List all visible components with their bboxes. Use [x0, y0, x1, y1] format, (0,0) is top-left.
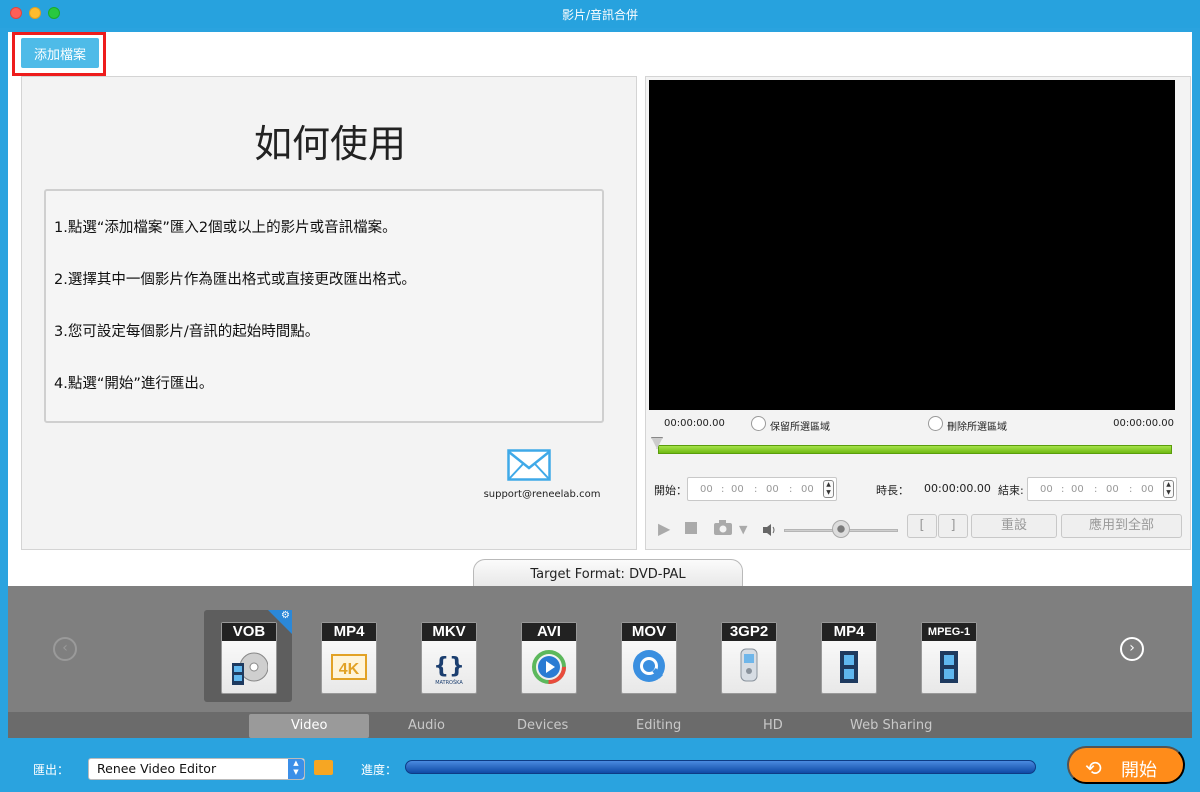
format-mp4-film[interactable]: MP4	[804, 610, 892, 702]
timeline-bar[interactable]	[658, 445, 1172, 454]
select-arrows-icon: ▲ ▼	[288, 759, 304, 779]
svg-text:MATROŠKA: MATROŠKA	[435, 679, 463, 686]
start-ms: 00	[801, 484, 814, 495]
support-email-link[interactable]: support@reneelab.com	[472, 489, 612, 500]
progress-label: 進度：	[361, 763, 398, 777]
end-mm: 00	[1071, 484, 1084, 495]
prev-format-icon[interactable]: ‹	[53, 637, 77, 661]
category-web-sharing[interactable]: Web Sharing	[850, 718, 932, 733]
format-mov[interactable]: MOV	[604, 610, 692, 702]
timeline-end-time: 00:00:00.00	[1113, 418, 1174, 429]
category-video[interactable]: Video	[291, 718, 327, 733]
format-vob[interactable]: VOB ⚙	[204, 610, 292, 702]
add-file-highlight-box	[12, 32, 106, 76]
format-vob-label: VOB	[222, 623, 276, 641]
delete-selected-label: 刪除所選區域	[947, 422, 1007, 433]
step-2: 2.選擇其中一個影片作為匯出格式或直接更改匯出格式。	[54, 272, 416, 288]
delete-selected-radio[interactable]	[928, 416, 943, 431]
export-label: 匯出：	[33, 763, 70, 777]
keep-selected-radio[interactable]	[751, 416, 766, 431]
category-editing[interactable]: Editing	[636, 718, 681, 733]
step-4: 4.點選“開始”進行匯出。	[54, 376, 214, 392]
title-bar: 影片/音訊合併	[0, 0, 1200, 28]
format-mov-label: MOV	[622, 623, 676, 641]
start-mm: 00	[731, 484, 744, 495]
convert-icon: ⟲	[1085, 758, 1102, 780]
svg-text:{}: {}	[433, 654, 464, 679]
export-progress-bar	[405, 760, 1036, 774]
quicktime-icon	[633, 650, 665, 682]
format-avi[interactable]: AVI	[504, 610, 592, 702]
category-devices[interactable]: Devices	[517, 718, 568, 733]
keep-selected-label: 保留所選區域	[770, 422, 830, 433]
format-mkv-label: MKV	[422, 623, 476, 641]
start-button[interactable]: ⟲ 開始	[1067, 746, 1185, 784]
end-ms: 00	[1141, 484, 1154, 495]
mail-icon[interactable]	[507, 449, 551, 481]
category-audio[interactable]: Audio	[408, 718, 445, 733]
end-time-label: 結束:	[998, 484, 1024, 497]
stop-icon[interactable]	[685, 522, 697, 534]
folder-icon[interactable]	[314, 760, 333, 775]
start-time-field[interactable]: 00 : 00 : 00 : 00 ▲ ▼	[687, 477, 837, 501]
camera-dropdown-icon[interactable]: ▼	[739, 523, 747, 536]
duration-label: 時長：	[876, 484, 909, 497]
end-ss: 00	[1106, 484, 1119, 495]
end-hh: 00	[1040, 484, 1053, 495]
window-title: 影片/音訊合併	[561, 8, 639, 22]
start-hh: 00	[700, 484, 713, 495]
volume-icon[interactable]	[762, 523, 778, 537]
format-mp4-label: MP4	[322, 623, 376, 641]
apply-all-button[interactable]: 應用到全部	[1061, 514, 1182, 538]
format-3gp2[interactable]: 3GP2	[704, 610, 792, 702]
matroska-icon: {} MATROŠKA	[433, 654, 464, 686]
step-3: 3.您可設定每個影片/音訊的起始時間點。	[54, 324, 320, 340]
format-mp4-film-label: MP4	[822, 623, 876, 641]
format-selector: ‹ VOB ⚙ MP4 4K MKV {} MATROŠKA AVI MOV 3…	[8, 586, 1192, 738]
duration-value: 00:00:00.00	[924, 482, 991, 495]
start-time-stepper[interactable]: ▲ ▼	[823, 480, 834, 498]
next-format-icon[interactable]: ›	[1120, 637, 1144, 661]
timeline-start-time: 00:00:00.00	[664, 418, 725, 429]
target-format-tab[interactable]: Target Format: DVD-PAL	[473, 559, 743, 589]
format-mkv[interactable]: MKV {} MATROŠKA	[404, 610, 492, 702]
camera-icon[interactable]	[713, 520, 735, 536]
format-mpeg1[interactable]: MPEG-1	[904, 610, 992, 702]
steps-box: 1.點選“添加檔案”匯入2個或以上的影片或音訊檔案。 2.選擇其中一個影片作為匯…	[44, 189, 604, 423]
video-preview	[649, 80, 1175, 410]
format-avi-label: AVI	[522, 623, 576, 641]
play-icon[interactable]: ▶	[658, 519, 670, 538]
preview-panel: 00:00:00.00 保留所選區域 刪除所選區域 00:00:00.00 開始…	[645, 76, 1191, 550]
end-time-stepper[interactable]: ▲ ▼	[1163, 480, 1174, 498]
export-select-value: Renee Video Editor	[97, 761, 217, 776]
step-1: 1.點選“添加檔案”匯入2個或以上的影片或音訊檔案。	[54, 220, 397, 236]
volume-knob[interactable]	[832, 520, 850, 538]
how-to-title: 如何使用	[253, 122, 406, 166]
format-3gp2-label: 3GP2	[722, 623, 776, 641]
bottom-bar: 匯出： Renee Video Editor ▲ ▼ 進度： ⟲ 開始	[0, 738, 1200, 792]
film-icon	[840, 651, 858, 683]
export-select[interactable]: Renee Video Editor ▲ ▼	[88, 758, 305, 780]
category-hd[interactable]: HD	[763, 718, 783, 733]
media-player-icon	[532, 650, 566, 684]
dvd-disc-icon	[232, 652, 268, 685]
film-icon	[940, 651, 958, 683]
start-button-label: 開始	[1121, 760, 1157, 780]
format-mp4-4k[interactable]: MP4 4K	[304, 610, 392, 702]
category-bar: Video Audio Devices Editing HD Web Shari…	[8, 712, 1192, 738]
phone-icon	[740, 648, 758, 682]
mark-out-button[interactable]: ]	[938, 514, 968, 538]
format-mpeg1-label: MPEG-1	[922, 623, 976, 641]
4k-icon: 4K	[331, 654, 367, 680]
start-time-label: 開始：	[654, 484, 687, 497]
how-to-panel: 如何使用 1.點選“添加檔案”匯入2個或以上的影片或音訊檔案。 2.選擇其中一個…	[21, 76, 637, 550]
end-time-field[interactable]: 00 : 00 : 00 : 00 ▲ ▼	[1027, 477, 1177, 501]
svg-text:4K: 4K	[339, 661, 360, 678]
mark-in-button[interactable]: [	[907, 514, 937, 538]
reset-button[interactable]: 重設	[971, 514, 1057, 538]
start-ss: 00	[766, 484, 779, 495]
